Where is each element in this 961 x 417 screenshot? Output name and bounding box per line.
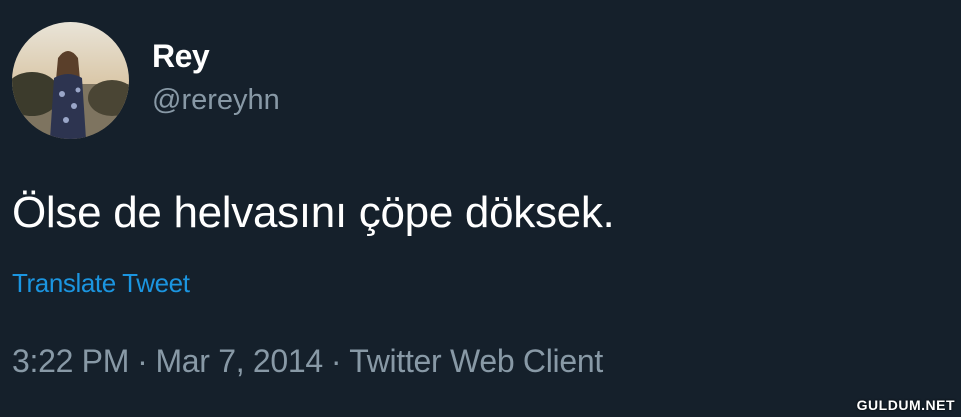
tweet-time[interactable]: 3:22 PM bbox=[12, 343, 129, 379]
user-handle[interactable]: @rereyhn bbox=[152, 84, 280, 117]
avatar[interactable] bbox=[12, 22, 129, 139]
watermark-logo: GULDUM.NET bbox=[856, 397, 955, 413]
tweet-text: Ölse de helvasını çöpe döksek. bbox=[12, 188, 615, 237]
tweet-source[interactable]: Twitter Web Client bbox=[349, 343, 603, 379]
tweet-date[interactable]: Mar 7, 2014 bbox=[155, 343, 323, 379]
tweet-meta: 3:22 PM · Mar 7, 2014 · Twitter Web Client bbox=[12, 343, 603, 380]
avatar-photo-icon bbox=[12, 22, 129, 139]
tweet-card: Rey @rereyhn Ölse de helvasını çöpe döks… bbox=[0, 0, 961, 417]
display-name[interactable]: Rey bbox=[152, 38, 210, 75]
translate-tweet-link[interactable]: Translate Tweet bbox=[12, 268, 190, 299]
meta-separator: · bbox=[330, 343, 342, 379]
meta-separator: · bbox=[137, 343, 148, 379]
